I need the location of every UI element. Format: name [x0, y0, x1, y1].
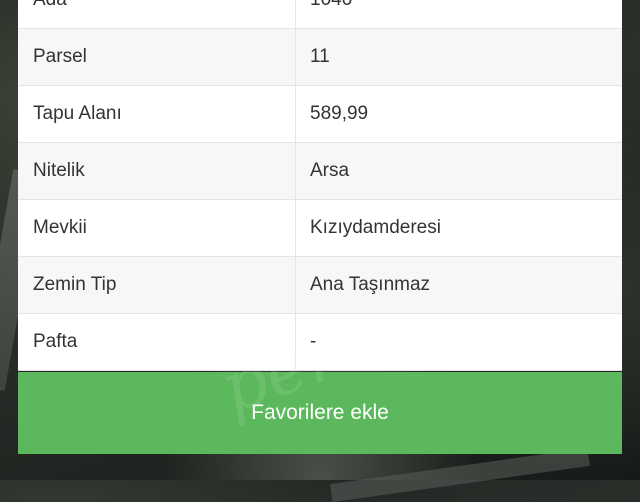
- row-label-tapu-alani: Tapu Alanı: [18, 86, 296, 142]
- table-row: Ada 1040: [18, 0, 622, 29]
- row-label-zemin-tip: Zemin Tip: [18, 257, 296, 313]
- row-value-parsel: 11: [310, 46, 330, 67]
- map-road: [330, 447, 590, 502]
- row-label-parsel: Parsel: [18, 29, 296, 85]
- table-row: Nitelik Arsa: [18, 143, 622, 200]
- row-value-ada: 1040: [296, 0, 622, 28]
- table-row: Mevkii Kızıydamderesi: [18, 200, 622, 257]
- table-row: Tapu Alanı 589,99: [18, 86, 622, 143]
- table-row: Zemin Tip Ana Taşınmaz: [18, 257, 622, 314]
- row-label-pafta: Pafta: [18, 314, 296, 370]
- row-value-nitelik: Arsa: [310, 160, 350, 181]
- row-value-mevkii: Kızıydamderesi: [310, 217, 441, 238]
- add-to-favorites-button[interactable]: Favorilere ekle: [18, 372, 622, 454]
- row-value-pafta: -: [310, 331, 317, 352]
- row-label-ada: Ada: [18, 0, 296, 28]
- row-value-tapu-alani: 589,99: [310, 103, 369, 124]
- parcel-info-table: Ada 1040 Parsel 11 Tapu Alanı 589,99 Nit…: [18, 0, 622, 371]
- table-row: Pafta -: [18, 314, 622, 371]
- row-label-mevkii: Mevkii: [18, 200, 296, 256]
- table-row: Parsel 11: [18, 29, 622, 86]
- row-value-zemin-tip: Ana Taşınmaz: [310, 274, 431, 295]
- row-label-nitelik: Nitelik: [18, 143, 296, 199]
